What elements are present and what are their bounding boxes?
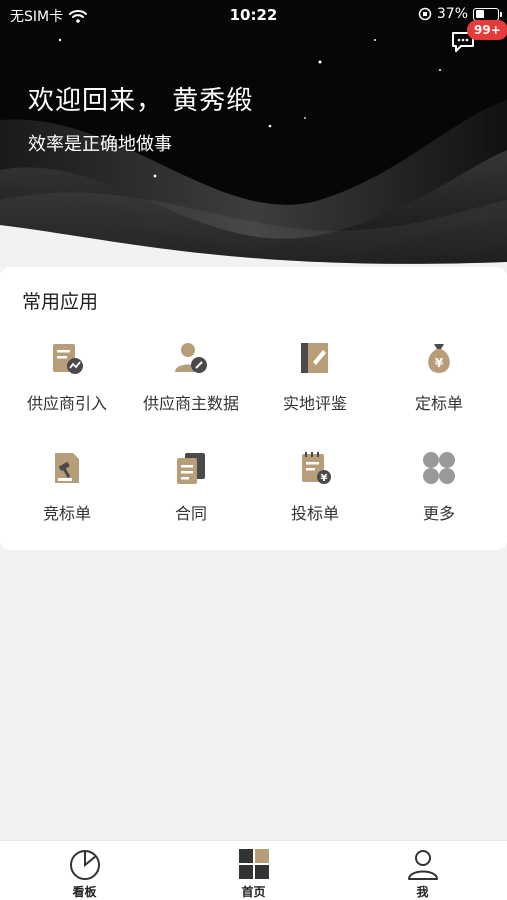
- tab-home[interactable]: 首页: [169, 841, 338, 900]
- app-more[interactable]: 更多: [376, 450, 502, 540]
- field-review-icon: [301, 343, 328, 373]
- status-bar: 无SIM卡 10:22 37%: [0, 0, 507, 30]
- welcome-text: 欢迎回来， 黄秀缎: [28, 86, 254, 116]
- svg-text:¥: ¥: [435, 356, 444, 370]
- supplier-intro-icon: [53, 344, 83, 374]
- app-label: 定标单: [414, 394, 463, 413]
- contract-icon: [177, 453, 205, 484]
- pie-chart-icon: [70, 850, 100, 880]
- bid-doc-icon: ¥: [302, 452, 331, 484]
- tab-label: 看板: [72, 885, 97, 899]
- app-label: 实地评鉴: [282, 394, 347, 413]
- app-label: 投标单: [290, 504, 339, 523]
- app-supplier-master[interactable]: 供应商主数据: [128, 340, 254, 430]
- tab-label: 首页: [241, 885, 266, 899]
- card-title: 常用应用: [22, 291, 99, 313]
- battery-percent: 37%: [436, 6, 468, 22]
- tab-profile[interactable]: 我: [338, 841, 507, 900]
- app-award[interactable]: ¥ 定标单: [376, 340, 502, 430]
- header-banner: 无SIM卡 10:22 37% 99+ 欢迎回来， 黄秀缎 效率是正确地做事: [0, 0, 507, 275]
- more-grid-icon: [423, 452, 455, 484]
- app-tender[interactable]: ¥ 投标单: [252, 450, 378, 540]
- app-label: 更多: [422, 504, 455, 523]
- app-field-review[interactable]: 实地评鉴: [252, 340, 378, 430]
- app-label: 竞标单: [42, 504, 91, 523]
- gavel-doc-icon: [55, 453, 79, 483]
- app-label: 合同: [174, 504, 207, 523]
- app-label: 供应商引入: [26, 394, 107, 413]
- app-label: 供应商主数据: [142, 394, 239, 413]
- svg-text:¥: ¥: [321, 473, 328, 484]
- tab-label: 我: [416, 885, 429, 899]
- tab-dashboard[interactable]: 看板: [0, 841, 169, 900]
- motto-text: 效率是正确地做事: [28, 134, 172, 155]
- orientation-lock-icon: [418, 7, 432, 21]
- supplier-master-icon: [175, 343, 207, 373]
- battery-icon: [473, 7, 502, 21]
- profile-icon: [408, 850, 438, 880]
- bottom-tab-bar: 看板 首页 我: [0, 840, 507, 900]
- app-supplier-intro[interactable]: 供应商引入: [4, 340, 130, 430]
- money-bag-icon: ¥: [428, 344, 450, 373]
- app-bidding[interactable]: 竞标单: [4, 450, 130, 540]
- common-apps-card: 常用应用 供应商引入 供应商主数据 实地评鉴 ¥ 定标单 竞标单 合同 ¥ 投标…: [0, 267, 507, 550]
- app-contract[interactable]: 合同: [128, 450, 254, 540]
- message-count-badge: 99+: [467, 20, 507, 40]
- home-grid-icon: [239, 849, 269, 879]
